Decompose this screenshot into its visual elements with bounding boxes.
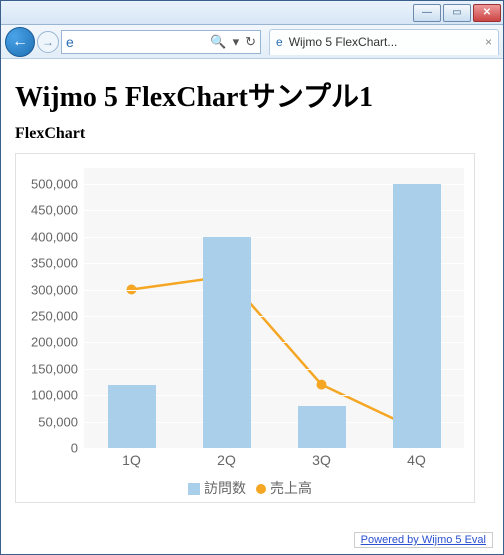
tab-close-icon[interactable]: × (485, 35, 492, 49)
address-tools: 🔍 ▾ ↻ (210, 34, 256, 50)
ie-icon: e (276, 35, 283, 49)
close-icon: ✕ (483, 7, 491, 18)
chart-y-tick: 250,000 (18, 308, 78, 323)
window-titlebar: — ▭ ✕ (1, 1, 503, 25)
forward-button[interactable]: → (37, 31, 59, 53)
chart-legend: 訪問数 売上高 (16, 478, 474, 498)
refresh-icon[interactable]: ↻ (245, 34, 256, 50)
chart-x-tick: 1Q (122, 452, 141, 468)
tab-title: Wijmo 5 FlexChart... (289, 35, 398, 49)
chart-x-tick: 3Q (312, 452, 331, 468)
chart-bar (203, 237, 251, 448)
maximize-button[interactable]: ▭ (443, 4, 471, 22)
browser-toolbar: ← → e 🔍 ▾ ↻ e Wijmo 5 FlexChart... × (1, 25, 503, 59)
chart-y-tick: 350,000 (18, 256, 78, 271)
section-title: FlexChart (15, 125, 489, 143)
chart-y-tick: 150,000 (18, 361, 78, 376)
chart-line (132, 276, 417, 429)
chart-gridline (84, 448, 464, 449)
browser-tab[interactable]: e Wijmo 5 FlexChart... × (269, 29, 499, 55)
minimize-button[interactable]: — (413, 4, 441, 22)
chart-bar (298, 406, 346, 448)
arrow-right-icon: → (42, 35, 54, 49)
chart-y-tick: 500,000 (18, 176, 78, 191)
back-button[interactable]: ← (5, 27, 35, 57)
chart-bar (108, 385, 156, 448)
minimize-icon: — (422, 7, 432, 18)
chart-bar (393, 184, 441, 448)
dropdown-icon[interactable]: ▾ (233, 34, 240, 50)
flexchart: 訪問数 売上高 0 50,000 100,000 150,000 200,000 250,0… (15, 153, 475, 503)
legend-label: 売上高 (270, 480, 312, 496)
chart-y-tick: 400,000 (18, 229, 78, 244)
chart-y-tick: 300,000 (18, 282, 78, 297)
chart-y-tick: 450,000 (18, 203, 78, 218)
arrow-left-icon: ← (12, 33, 28, 51)
legend-label: 訪問数 (204, 480, 246, 496)
chart-y-tick: 50,000 (18, 414, 78, 429)
page-title: Wijmo 5 FlexChartサンプル1 (15, 75, 489, 115)
close-button[interactable]: ✕ (473, 4, 501, 22)
browser-window: — ▭ ✕ ← → e 🔍 ▾ ↻ e Wijmo 5 FlexChart...… (0, 0, 504, 555)
chart-y-tick: 0 (18, 441, 78, 456)
legend-swatch-bar (188, 483, 200, 495)
chart-plot-area (84, 168, 464, 448)
address-bar[interactable]: e 🔍 ▾ ↻ (61, 30, 261, 54)
chart-x-tick: 4Q (407, 452, 426, 468)
search-icon[interactable]: 🔍 (210, 34, 226, 50)
wijmo-eval-link[interactable]: Powered by Wijmo 5 Eval (354, 532, 493, 548)
chart-y-tick: 100,000 (18, 388, 78, 403)
legend-swatch-dot (256, 484, 266, 494)
maximize-icon: ▭ (452, 7, 461, 18)
chart-x-tick: 2Q (217, 452, 236, 468)
page-content: Wijmo 5 FlexChartサンプル1 FlexChart 訪問数 売上高 … (1, 59, 503, 554)
ie-icon: e (66, 34, 74, 50)
chart-y-tick: 200,000 (18, 335, 78, 350)
chart-line-point (317, 380, 327, 390)
